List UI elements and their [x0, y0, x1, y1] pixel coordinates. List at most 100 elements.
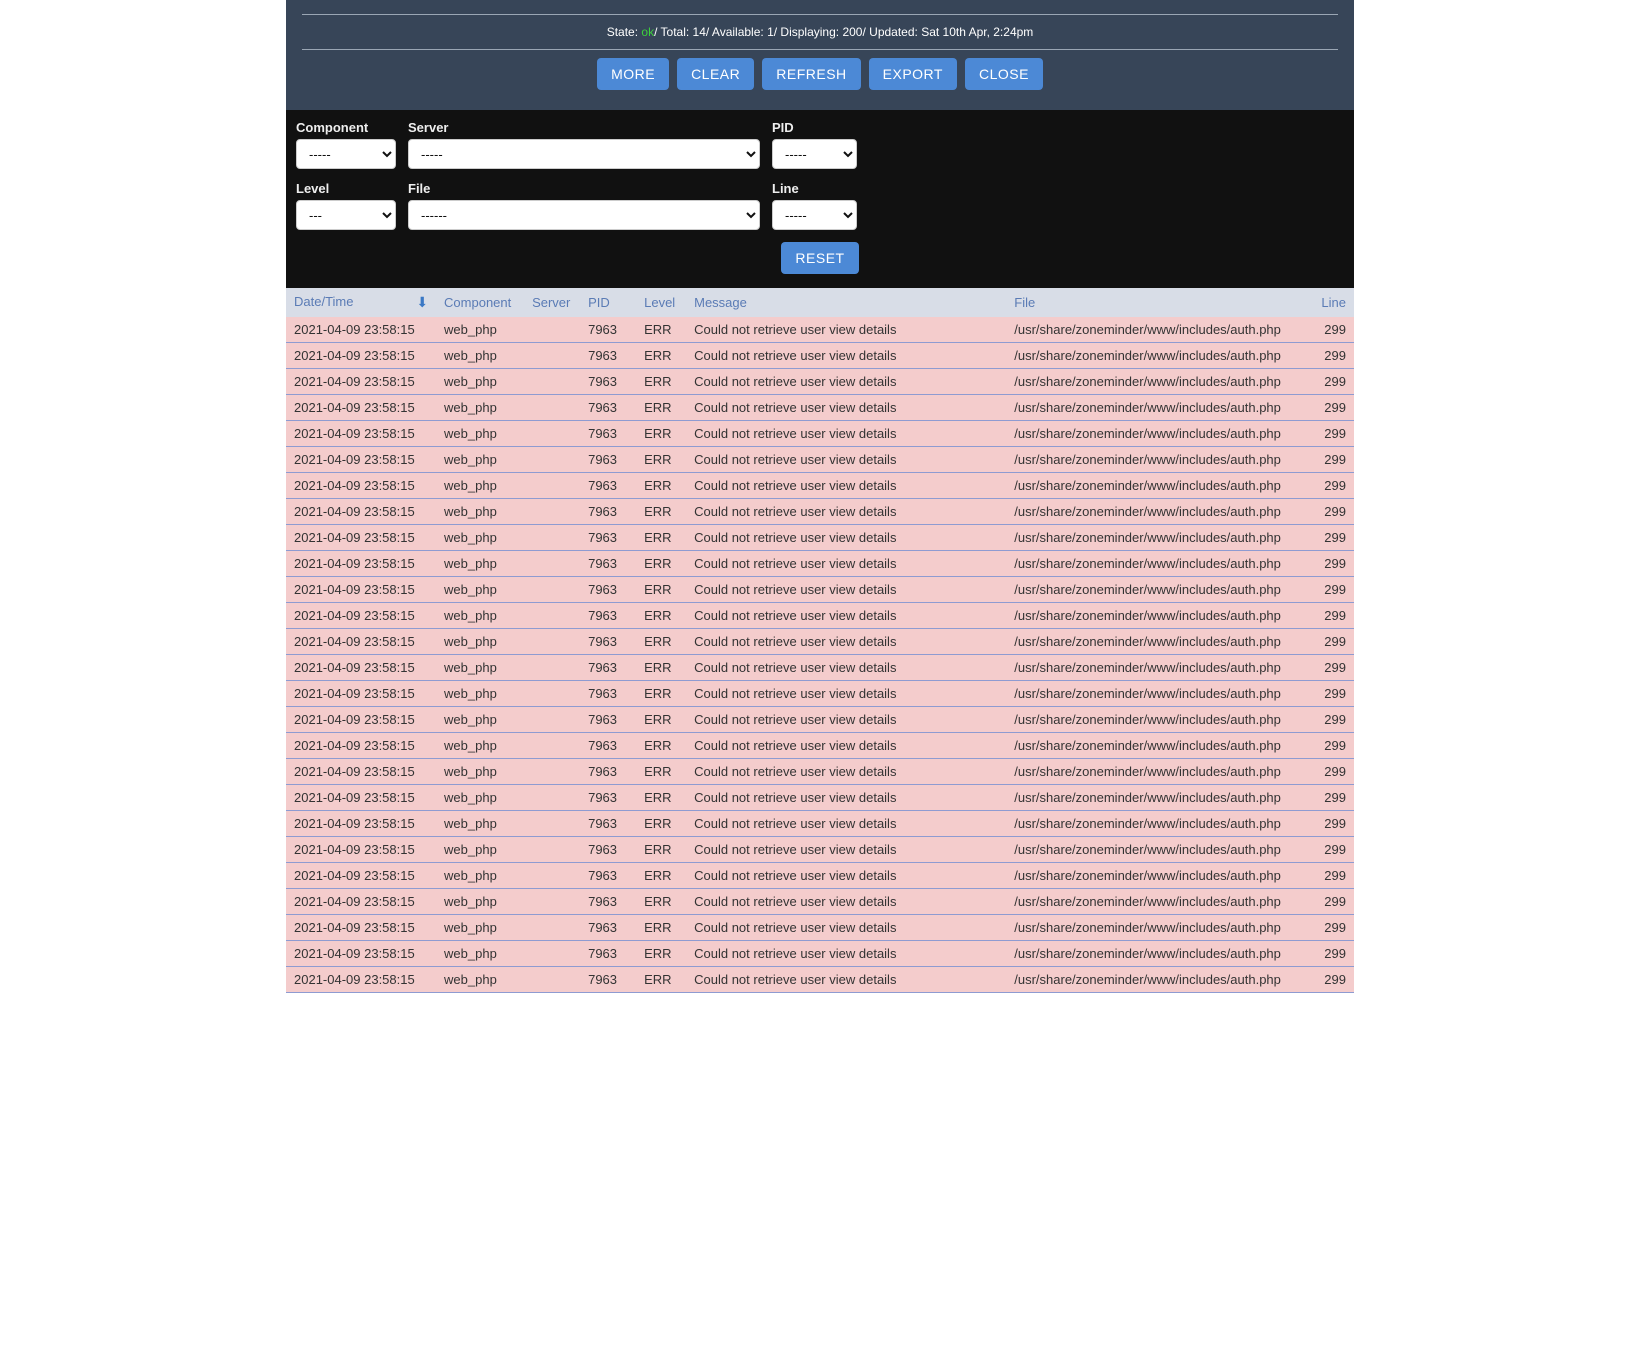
cell-level: ERR: [636, 811, 686, 837]
cell-datetime: 2021-04-09 23:58:15: [286, 395, 436, 421]
filter-pid-select[interactable]: -----: [772, 139, 857, 169]
filter-file-select[interactable]: ------: [408, 200, 760, 230]
log-table-scroll[interactable]: Date/Time ⬇ Component Server PID Level M…: [286, 288, 1354, 1363]
cell-component: web_php: [436, 343, 524, 369]
cell-component: web_php: [436, 629, 524, 655]
table-row[interactable]: 2021-04-09 23:58:15web_php7963ERRCould n…: [286, 941, 1354, 967]
filter-level-select[interactable]: ---: [296, 200, 396, 230]
cell-file: /usr/share/zoneminder/www/includes/auth.…: [1006, 395, 1313, 421]
cell-message: Could not retrieve user view details: [686, 733, 1006, 759]
table-row[interactable]: 2021-04-09 23:58:15web_php7963ERRCould n…: [286, 733, 1354, 759]
table-row[interactable]: 2021-04-09 23:58:15web_php7963ERRCould n…: [286, 655, 1354, 681]
th-pid[interactable]: PID: [580, 288, 636, 317]
filter-pid-label: PID: [772, 120, 857, 135]
table-row[interactable]: 2021-04-09 23:58:15web_php7963ERRCould n…: [286, 473, 1354, 499]
th-component[interactable]: Component: [436, 288, 524, 317]
table-row[interactable]: 2021-04-09 23:58:15web_php7963ERRCould n…: [286, 889, 1354, 915]
cell-line: 299: [1313, 577, 1354, 603]
table-row[interactable]: 2021-04-09 23:58:15web_php7963ERRCould n…: [286, 577, 1354, 603]
cell-level: ERR: [636, 603, 686, 629]
cell-file: /usr/share/zoneminder/www/includes/auth.…: [1006, 603, 1313, 629]
cell-level: ERR: [636, 889, 686, 915]
table-row[interactable]: 2021-04-09 23:58:15web_php7963ERRCould n…: [286, 499, 1354, 525]
table-row[interactable]: 2021-04-09 23:58:15web_php7963ERRCould n…: [286, 785, 1354, 811]
th-server[interactable]: Server: [524, 288, 580, 317]
cell-file: /usr/share/zoneminder/www/includes/auth.…: [1006, 785, 1313, 811]
th-message[interactable]: Message: [686, 288, 1006, 317]
filter-line-select[interactable]: -----: [772, 200, 857, 230]
cell-server: [524, 499, 580, 525]
th-file[interactable]: File: [1006, 288, 1313, 317]
reset-button[interactable]: RESET: [781, 242, 858, 274]
cell-pid: 7963: [580, 551, 636, 577]
table-row[interactable]: 2021-04-09 23:58:15web_php7963ERRCould n…: [286, 707, 1354, 733]
cell-server: [524, 525, 580, 551]
cell-level: ERR: [636, 941, 686, 967]
cell-line: 299: [1313, 811, 1354, 837]
cell-line: 299: [1313, 369, 1354, 395]
refresh-button[interactable]: REFRESH: [762, 58, 860, 90]
cell-file: /usr/share/zoneminder/www/includes/auth.…: [1006, 551, 1313, 577]
close-button[interactable]: CLOSE: [965, 58, 1043, 90]
cell-datetime: 2021-04-09 23:58:15: [286, 863, 436, 889]
filter-server-select[interactable]: -----: [408, 139, 760, 169]
cell-file: /usr/share/zoneminder/www/includes/auth.…: [1006, 811, 1313, 837]
cell-message: Could not retrieve user view details: [686, 967, 1006, 993]
cell-server: [524, 603, 580, 629]
table-row[interactable]: 2021-04-09 23:58:15web_php7963ERRCould n…: [286, 629, 1354, 655]
cell-pid: 7963: [580, 577, 636, 603]
cell-message: Could not retrieve user view details: [686, 889, 1006, 915]
cell-line: 299: [1313, 421, 1354, 447]
cell-datetime: 2021-04-09 23:58:15: [286, 681, 436, 707]
cell-file: /usr/share/zoneminder/www/includes/auth.…: [1006, 317, 1313, 343]
table-row[interactable]: 2021-04-09 23:58:15web_php7963ERRCould n…: [286, 811, 1354, 837]
cell-line: 299: [1313, 967, 1354, 993]
th-level[interactable]: Level: [636, 288, 686, 317]
table-row[interactable]: 2021-04-09 23:58:15web_php7963ERRCould n…: [286, 603, 1354, 629]
cell-pid: 7963: [580, 967, 636, 993]
filter-component-select[interactable]: -----: [296, 139, 396, 169]
table-row[interactable]: 2021-04-09 23:58:15web_php7963ERRCould n…: [286, 447, 1354, 473]
cell-pid: 7963: [580, 473, 636, 499]
table-row[interactable]: 2021-04-09 23:58:15web_php7963ERRCould n…: [286, 317, 1354, 343]
table-row[interactable]: 2021-04-09 23:58:15web_php7963ERRCould n…: [286, 369, 1354, 395]
cell-server: [524, 577, 580, 603]
cell-server: [524, 369, 580, 395]
cell-datetime: 2021-04-09 23:58:15: [286, 967, 436, 993]
table-row[interactable]: 2021-04-09 23:58:15web_php7963ERRCould n…: [286, 681, 1354, 707]
table-row[interactable]: 2021-04-09 23:58:15web_php7963ERRCould n…: [286, 967, 1354, 993]
cell-component: web_php: [436, 967, 524, 993]
cell-level: ERR: [636, 317, 686, 343]
cell-file: /usr/share/zoneminder/www/includes/auth.…: [1006, 967, 1313, 993]
table-row[interactable]: 2021-04-09 23:58:15web_php7963ERRCould n…: [286, 759, 1354, 785]
cell-component: web_php: [436, 655, 524, 681]
cell-level: ERR: [636, 733, 686, 759]
th-line[interactable]: Line: [1313, 288, 1354, 317]
log-table: Date/Time ⬇ Component Server PID Level M…: [286, 288, 1354, 993]
table-row[interactable]: 2021-04-09 23:58:15web_php7963ERRCould n…: [286, 525, 1354, 551]
cell-level: ERR: [636, 915, 686, 941]
cell-component: web_php: [436, 733, 524, 759]
status-displaying: 200: [842, 25, 862, 39]
th-datetime[interactable]: Date/Time ⬇: [286, 288, 436, 317]
table-row[interactable]: 2021-04-09 23:58:15web_php7963ERRCould n…: [286, 421, 1354, 447]
cell-message: Could not retrieve user view details: [686, 915, 1006, 941]
cell-level: ERR: [636, 785, 686, 811]
table-row[interactable]: 2021-04-09 23:58:15web_php7963ERRCould n…: [286, 915, 1354, 941]
export-button[interactable]: EXPORT: [869, 58, 957, 90]
cell-file: /usr/share/zoneminder/www/includes/auth.…: [1006, 421, 1313, 447]
table-row[interactable]: 2021-04-09 23:58:15web_php7963ERRCould n…: [286, 551, 1354, 577]
cell-message: Could not retrieve user view details: [686, 447, 1006, 473]
cell-message: Could not retrieve user view details: [686, 525, 1006, 551]
table-row[interactable]: 2021-04-09 23:58:15web_php7963ERRCould n…: [286, 863, 1354, 889]
cell-datetime: 2021-04-09 23:58:15: [286, 759, 436, 785]
more-button[interactable]: MORE: [597, 58, 669, 90]
clear-button[interactable]: CLEAR: [677, 58, 754, 90]
cell-line: 299: [1313, 837, 1354, 863]
cell-line: 299: [1313, 525, 1354, 551]
th-datetime-label: Date/Time: [294, 294, 353, 309]
cell-server: [524, 629, 580, 655]
table-row[interactable]: 2021-04-09 23:58:15web_php7963ERRCould n…: [286, 837, 1354, 863]
table-row[interactable]: 2021-04-09 23:58:15web_php7963ERRCould n…: [286, 343, 1354, 369]
table-row[interactable]: 2021-04-09 23:58:15web_php7963ERRCould n…: [286, 395, 1354, 421]
